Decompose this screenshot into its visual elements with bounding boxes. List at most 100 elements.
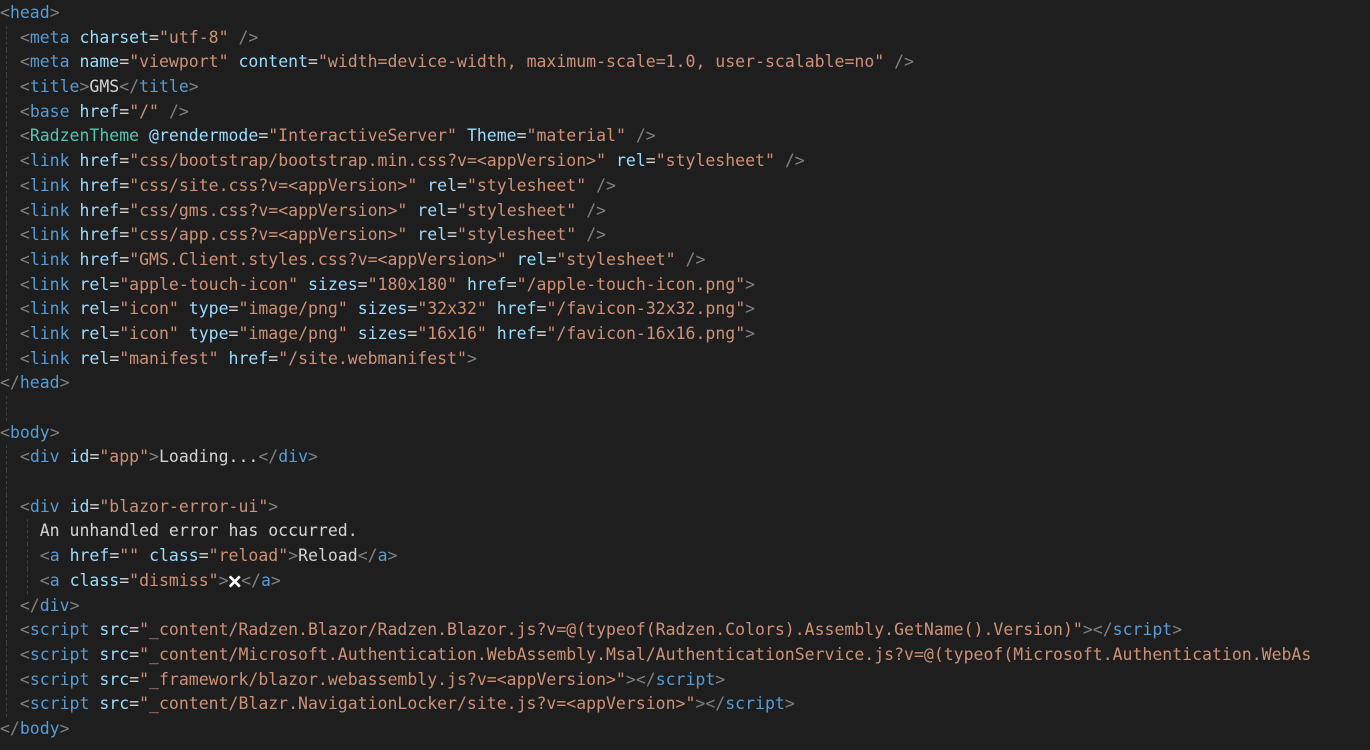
tag-name: link	[29, 225, 70, 245]
attribute-value: "GMS.Client.styles.css?v=<appVersion>"	[129, 249, 507, 269]
text: =	[149, 27, 159, 47]
code-line[interactable]: <link rel="icon" type="image/png" sizes=…	[0, 297, 1370, 322]
text	[407, 201, 417, 220]
attribute-name: Theme	[466, 126, 517, 146]
text: =	[119, 151, 130, 171]
bracket: <	[19, 27, 30, 47]
bracket: />	[784, 151, 805, 171]
bracket: <	[19, 151, 30, 171]
text: =	[109, 348, 120, 368]
attribute-value: "css/bootstrap/bootstrap.min.css?v=<appV…	[129, 151, 607, 171]
attribute-name: rel	[79, 348, 110, 368]
attribute-name: href	[79, 225, 120, 245]
tag-name: script	[1112, 620, 1173, 640]
code-line[interactable]: <link href="css/app.css?v=<appVersion>" …	[0, 223, 1370, 248]
attribute-name: sizes	[357, 299, 408, 319]
bracket: />	[635, 126, 656, 146]
indent-guide	[6, 173, 7, 199]
indent-guide	[6, 321, 7, 347]
text: =	[119, 200, 130, 220]
code-line[interactable]: <script src="_content/Radzen.Blazor/Radz…	[0, 618, 1370, 643]
code-line[interactable]: <body>	[0, 421, 1370, 446]
code-line[interactable]: </head>	[0, 371, 1370, 396]
code-line[interactable]: <link href="css/bootstrap/bootstrap.min.…	[0, 149, 1370, 174]
code-line[interactable]: An unhandled error has occurred.	[0, 519, 1370, 545]
code-line[interactable]: </div>	[0, 593, 1370, 619]
code-line[interactable]: <link href="css/gms.css?v=<appVersion>" …	[0, 198, 1370, 224]
tag-name: body	[19, 718, 60, 738]
code-line[interactable]: <script src="_content/Microsoft.Authenti…	[0, 642, 1370, 668]
text: =	[129, 620, 140, 640]
code-line[interactable]: <div id="app">Loading...</div>	[0, 445, 1370, 471]
code-line[interactable]: <link href="GMS.Client.styles.css?v=<app…	[0, 247, 1370, 273]
text: =	[536, 323, 547, 343]
code-line[interactable]: <link href="css/site.css?v=<appVersion>"…	[0, 173, 1370, 199]
code-line[interactable]: <title>GMS</title>	[0, 75, 1370, 100]
bracket: <	[19, 644, 30, 664]
tag-name: script	[29, 669, 90, 689]
code-line[interactable]: <link rel="apple-touch-icon" sizes="180x…	[0, 272, 1370, 298]
attribute-name: type	[188, 299, 229, 319]
tag-name: link	[29, 249, 70, 269]
code-line[interactable]: <link rel="icon" type="image/png" sizes=…	[0, 321, 1370, 347]
code-line[interactable]: <link rel="manifest" href="/site.webmani…	[0, 346, 1370, 372]
code-line[interactable]: <script src="_framework/blazor.webassemb…	[0, 667, 1370, 693]
bracket: <	[19, 249, 30, 269]
text	[60, 571, 70, 590]
code-line[interactable]: </body>	[0, 717, 1370, 742]
attribute-name: rel	[79, 299, 110, 319]
tag-name: div	[278, 447, 309, 467]
code-editor[interactable]: <head> <meta charset="utf-8" /> <meta na…	[0, 0, 1370, 750]
tag-name: a	[377, 546, 388, 566]
code-line[interactable]: <div id="blazor-error-ui">	[0, 494, 1370, 520]
bracket: >	[695, 694, 706, 714]
text: =	[407, 299, 418, 319]
attribute-value: "icon"	[119, 299, 179, 319]
text	[229, 52, 239, 71]
indentation	[0, 176, 20, 195]
attribute-value: "material"	[526, 126, 626, 146]
code-line[interactable]: <RadzenTheme @rendermode="InteractiveSer…	[0, 124, 1370, 150]
code-line[interactable]: <head>	[0, 1, 1370, 26]
indent-guide	[6, 25, 7, 51]
tag-name: div	[29, 447, 60, 467]
bracket: <	[19, 101, 30, 121]
text	[775, 151, 785, 170]
tag-name: meta	[29, 52, 70, 72]
code-line[interactable]: <meta charset="utf-8" />	[0, 25, 1370, 51]
attribute-value: "180x180"	[367, 274, 458, 294]
tag-name: base	[29, 101, 70, 121]
text	[89, 645, 99, 664]
bracket: </	[19, 595, 40, 615]
code-line[interactable]	[0, 396, 1370, 421]
code-line[interactable]: <a href="" class="reload">Reload</a>	[0, 544, 1370, 569]
indentation	[0, 275, 20, 294]
bracket: >	[466, 348, 477, 368]
attribute-value: "stylesheet"	[556, 249, 676, 269]
attribute-name: name	[79, 52, 120, 72]
attribute-value: "blazor-error-ui"	[99, 496, 269, 516]
code-line[interactable]: <script src="_content/Blazr.NavigationLo…	[0, 692, 1370, 717]
bracket: <	[19, 200, 30, 220]
text	[586, 176, 596, 195]
text: =	[228, 323, 239, 343]
tag-name: a	[49, 546, 60, 566]
indentation	[0, 447, 20, 466]
code-area[interactable]: <head> <meta charset="utf-8" /> <meta na…	[0, 1, 1370, 742]
text	[576, 225, 586, 244]
bracket: <	[19, 126, 30, 146]
bracket: </	[0, 373, 20, 393]
tag-name: head	[19, 373, 60, 393]
code-line[interactable]: <meta name="viewport" content="width=dev…	[0, 50, 1370, 76]
code-line[interactable]: <a class="dismiss">🗙</a>	[0, 568, 1370, 594]
attribute-name: src	[99, 620, 130, 640]
text: =	[506, 274, 517, 294]
indentation	[0, 596, 20, 615]
code-line[interactable]	[0, 470, 1370, 495]
text	[70, 299, 80, 318]
bracket: >	[149, 447, 159, 467]
attribute-value: "image/png"	[238, 323, 348, 343]
indent-guide	[6, 149, 7, 174]
text	[229, 28, 239, 47]
code-line[interactable]: <base href="/" />	[0, 99, 1370, 125]
